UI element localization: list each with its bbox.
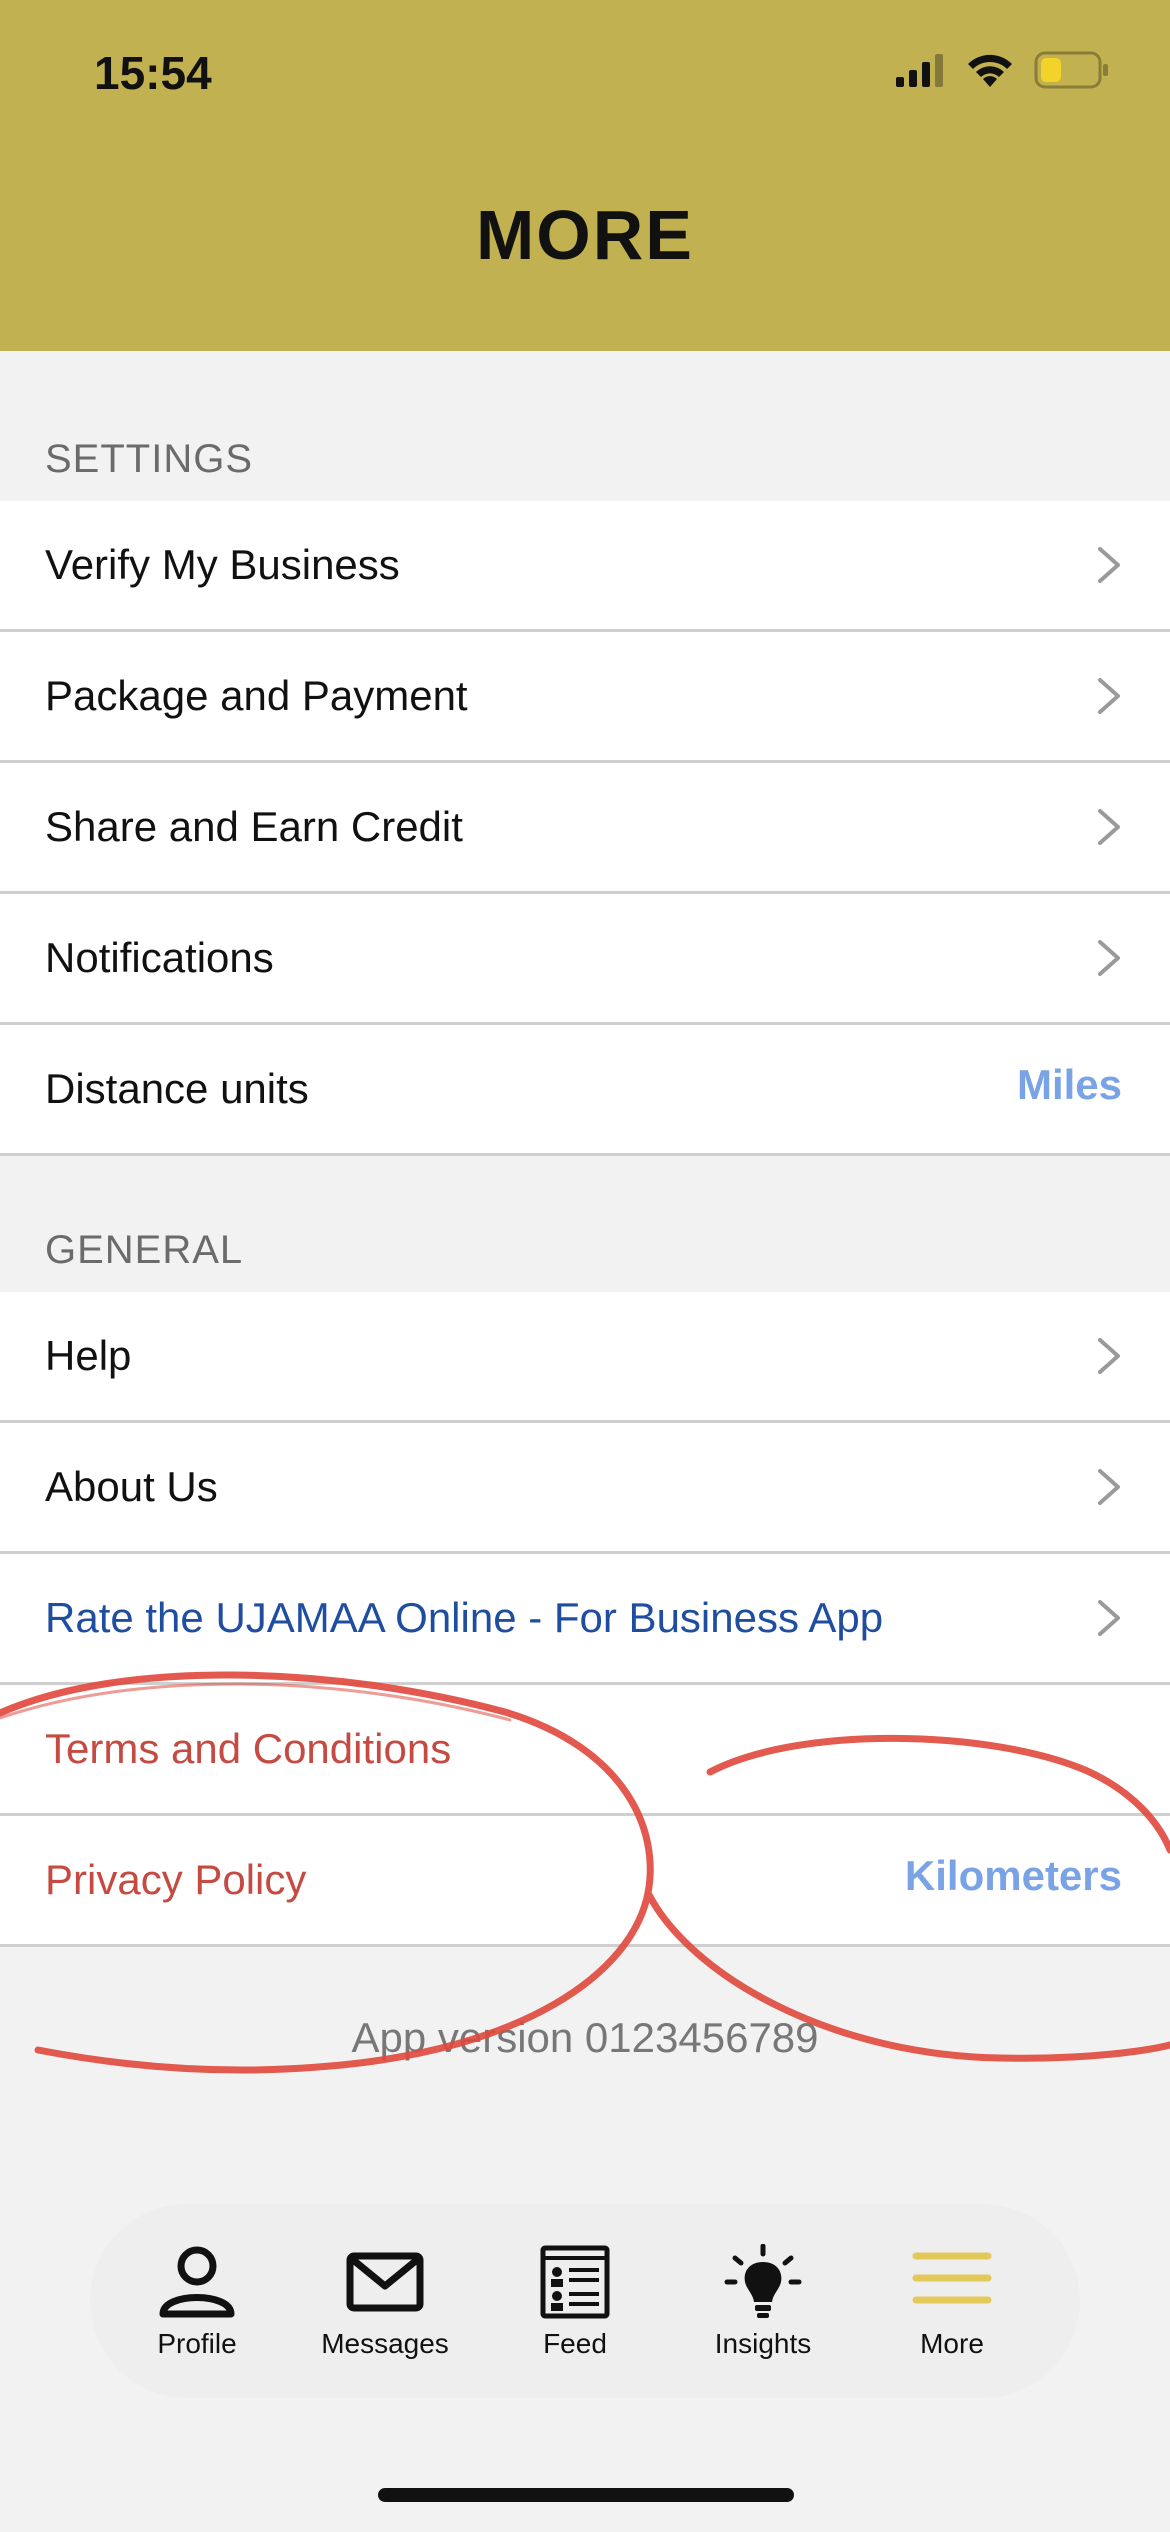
- status-time: 15:54: [94, 47, 212, 99]
- tab-insights[interactable]: Insights: [673, 2244, 853, 2384]
- row-label: Privacy Policy: [45, 1856, 307, 1903]
- about-us-row[interactable]: About Us: [0, 1423, 1170, 1554]
- row-label: Verify My Business: [45, 541, 400, 588]
- verify-my-business-row[interactable]: Verify My Business: [0, 501, 1170, 632]
- row-label: Terms and Conditions: [45, 1725, 452, 1772]
- row-label: Notifications: [45, 934, 274, 981]
- tab-label: More: [920, 2328, 984, 2359]
- chevron-right-icon: [1098, 1600, 1120, 1636]
- signal-icon: [896, 54, 943, 87]
- share-and-earn-credit-row[interactable]: Share and Earn Credit: [0, 763, 1170, 894]
- tab-label: Messages: [321, 2328, 449, 2359]
- tab-label: Insights: [714, 2328, 812, 2359]
- chevron-right-icon: [1098, 678, 1120, 714]
- distance-units-row[interactable]: Distance units Miles: [0, 1025, 1170, 1156]
- privacy-policy-row[interactable]: Privacy Policy Kilometers: [0, 1816, 1170, 1947]
- header-bar: 15:54 MORE: [0, 0, 1170, 351]
- tab-label: Feed: [543, 2328, 607, 2359]
- row-label: About Us: [45, 1463, 218, 1510]
- app-version: App version 0123456789: [351, 2014, 819, 2061]
- tab-bar: Profile Messages Feed Insights More: [90, 2204, 1080, 2398]
- status-icons: [896, 50, 1110, 90]
- battery-icon: [1034, 51, 1108, 89]
- chevron-right-icon: [1098, 809, 1120, 845]
- row-label: Help: [45, 1332, 132, 1379]
- notifications-row[interactable]: Notifications: [0, 894, 1170, 1025]
- person-icon: [159, 2246, 235, 2318]
- tab-label: Profile: [157, 2328, 237, 2359]
- kilometers-value[interactable]: Kilometers: [905, 1816, 1122, 1936]
- menu-icon: [912, 2252, 992, 2304]
- tab-feed[interactable]: Feed: [485, 2244, 665, 2384]
- chevron-right-icon: [1098, 547, 1120, 583]
- settings-section-header: SETTINGS: [45, 437, 254, 481]
- home-indicator[interactable]: [378, 2488, 794, 2502]
- package-and-payment-row[interactable]: Package and Payment: [0, 632, 1170, 763]
- row-label: Rate the UJAMAA Online - For Business Ap…: [45, 1594, 884, 1641]
- tab-more[interactable]: More: [862, 2244, 1042, 2384]
- wifi-icon: [968, 54, 1012, 87]
- envelope-icon: [346, 2252, 424, 2312]
- feed-icon: [540, 2245, 610, 2319]
- row-label: Package and Payment: [45, 672, 468, 719]
- tab-messages[interactable]: Messages: [295, 2244, 475, 2384]
- help-row[interactable]: Help: [0, 1292, 1170, 1423]
- chevron-right-icon: [1098, 1469, 1120, 1505]
- row-label: Distance units: [45, 1065, 309, 1112]
- page-title: MORE: [476, 196, 694, 274]
- lightbulb-icon: [724, 2244, 802, 2318]
- row-label: Share and Earn Credit: [45, 803, 463, 850]
- terms-and-conditions-row[interactable]: Terms and Conditions: [0, 1685, 1170, 1816]
- chevron-right-icon: [1098, 1338, 1120, 1374]
- rate-app-row[interactable]: Rate the UJAMAA Online - For Business Ap…: [0, 1554, 1170, 1685]
- general-section-header: GENERAL: [45, 1228, 244, 1272]
- distance-units-value[interactable]: Miles: [1017, 1025, 1122, 1145]
- chevron-right-icon: [1098, 940, 1120, 976]
- tab-profile[interactable]: Profile: [107, 2244, 287, 2384]
